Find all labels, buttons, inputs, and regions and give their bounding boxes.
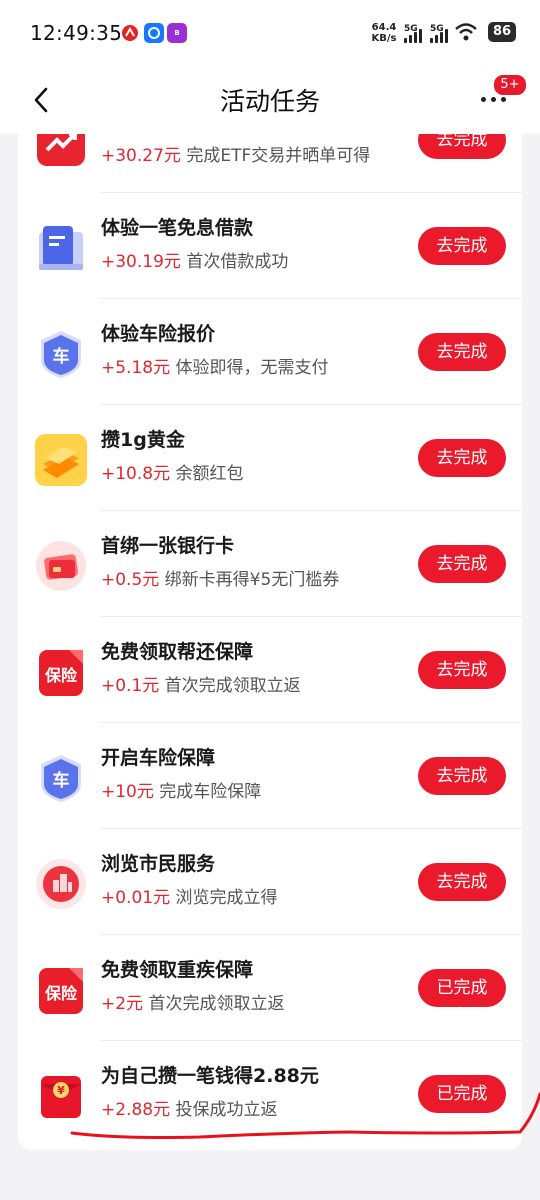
task-desc: 投保成功立返: [170, 1100, 278, 1120]
task-reward: +2.88元 投保成功立返: [101, 1095, 278, 1120]
task-amount: +0.5元: [101, 570, 160, 590]
document-icon: [35, 222, 87, 274]
task-amount: +30.27元: [101, 146, 181, 166]
task-desc: 完成ETF交易并晒单可得: [180, 146, 371, 166]
task-item: 首绑一张银行卡 +0.5元 绑新卡再得¥5无门槛券 去完成: [18, 511, 522, 617]
task-desc: 首次借款成功: [180, 252, 289, 272]
notification-badge: 5+: [493, 74, 527, 96]
task-item: 攒1g黄金 +10.8元 余额红包 去完成: [18, 405, 522, 511]
task-item: 浏览市民服务 +0.01元 浏览完成立得 去完成: [18, 829, 522, 935]
task-action-button[interactable]: 去完成: [418, 863, 506, 901]
signal-icon: [404, 29, 426, 43]
task-item: ¥ 为自己攒一笔钱得2.88元 +2.88元 投保成功立返 已完成: [18, 1041, 522, 1147]
task-amount: +0.01元: [101, 888, 171, 908]
task-title: 攒1g黄金: [101, 429, 185, 451]
page-title: 活动任务: [219, 87, 320, 116]
task-title: 免费领取重疾保障: [101, 959, 254, 981]
app-notification-icon: [120, 23, 140, 43]
task-reward: +5.18元 体验即得，无需支付: [101, 353, 329, 378]
task-reward: +30.19元 首次借款成功: [101, 247, 288, 272]
task-desc: 首次完成领取立返: [143, 994, 285, 1014]
battery-indicator: 86: [488, 22, 516, 42]
bank-app-icon: B: [167, 23, 187, 43]
city-service-icon: [35, 858, 87, 910]
task-amount: +30.19元: [101, 252, 181, 272]
task-amount: +2.88元: [101, 1100, 171, 1120]
task-desc: 完成车险保障: [153, 782, 262, 802]
task-desc: 体验即得，无需支付: [170, 358, 329, 378]
task-reward: +2元 首次完成领取立返: [101, 989, 284, 1014]
task-status-button[interactable]: 已完成: [418, 1075, 506, 1113]
task-desc: 浏览完成立得: [170, 888, 278, 908]
task-item: 车 体验车险报价 +5.18元 体验即得，无需支付 去完成: [18, 299, 522, 405]
task-desc: 绑新卡再得¥5无门槛券: [159, 570, 340, 590]
svg-text:车: 车: [53, 346, 70, 367]
insurance-icon: 保险: [35, 646, 87, 698]
task-action-button[interactable]: 去完成: [418, 333, 506, 371]
svg-text:¥: ¥: [57, 1084, 65, 1097]
task-amount: +2元: [101, 994, 144, 1014]
task-status-button[interactable]: 已完成: [418, 969, 506, 1007]
task-action-button[interactable]: 去完成: [418, 439, 506, 477]
task-item: 保险 免费领取帮还保障 +0.1元 首次完成领取立返 去完成: [18, 617, 522, 723]
task-list: +30.27元 完成ETF交易并晒单可得 去完成 体验一笔免息借款 +30.19…: [18, 134, 522, 1150]
svg-text:保险: 保险: [44, 666, 78, 685]
task-amount: +10元: [101, 782, 154, 802]
task-item: +30.27元 完成ETF交易并晒单可得 去完成: [18, 134, 522, 193]
task-reward: +0.01元 浏览完成立得: [101, 883, 278, 908]
task-reward: +0.5元 绑新卡再得¥5无门槛券: [101, 565, 339, 590]
status-time: 12:49:35: [30, 21, 123, 45]
task-reward: +30.27元 完成ETF交易并晒单可得: [101, 141, 370, 166]
red-envelope-icon: ¥: [35, 1070, 87, 1122]
trend-chart-icon: [35, 134, 87, 168]
task-title: 浏览市民服务: [101, 853, 216, 875]
task-amount: +10.8元: [101, 464, 171, 484]
task-title: 为自己攒一笔钱得2.88元: [101, 1065, 319, 1087]
task-desc: 首次完成领取立返: [159, 676, 301, 696]
task-title: 免费领取帮还保障: [101, 641, 254, 663]
task-item: 车 开启车险保障 +10元 完成车险保障 去完成: [18, 723, 522, 829]
task-reward: +10.8元 余额红包: [101, 459, 244, 484]
task-item: 保险 免费领取重疾保障 +2元 首次完成领取立返 已完成: [18, 935, 522, 1041]
signal-icon: [430, 29, 452, 43]
task-action-button[interactable]: 去完成: [418, 227, 506, 265]
svg-text:保险: 保险: [44, 984, 78, 1003]
wifi-icon: [455, 23, 477, 41]
task-title: 体验车险报价: [101, 323, 216, 345]
task-reward: +10元 完成车险保障: [101, 777, 261, 802]
task-title: 开启车险保障: [101, 747, 216, 769]
task-action-button[interactable]: 去完成: [418, 757, 506, 795]
car-shield-icon: 车: [35, 752, 87, 804]
task-action-button[interactable]: 去完成: [418, 545, 506, 583]
network-speed: 64.4 KB/s: [371, 22, 397, 44]
task-amount: +0.1元: [101, 676, 160, 696]
task-title: 体验一笔免息借款: [101, 217, 254, 239]
status-bar: 12:49:35 B 64.4 KB/s 5G 5G 86: [0, 0, 540, 64]
car-shield-icon: 车: [35, 328, 87, 380]
bank-card-icon: [35, 540, 87, 592]
task-amount: +5.18元: [101, 358, 171, 378]
nav-bar: 活动任务: [0, 64, 540, 134]
task-desc: 余额红包: [170, 464, 244, 484]
app-notification-icon: [144, 23, 164, 43]
task-reward: +0.1元 首次完成领取立返: [101, 671, 301, 696]
task-action-button[interactable]: 去完成: [418, 134, 506, 159]
gold-bars-icon: [35, 434, 87, 486]
task-action-button[interactable]: 去完成: [418, 651, 506, 689]
svg-text:车: 车: [53, 770, 70, 791]
insurance-icon: 保险: [35, 964, 87, 1016]
task-item: 体验一笔免息借款 +30.19元 首次借款成功 去完成: [18, 193, 522, 299]
task-title: 首绑一张银行卡: [101, 535, 235, 557]
